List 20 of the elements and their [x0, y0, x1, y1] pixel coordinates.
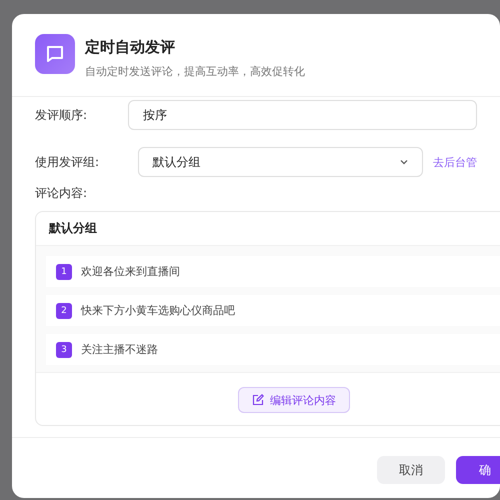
- field-label: 使用发评组:: [35, 154, 100, 170]
- cancel-button[interactable]: 取消: [377, 456, 445, 484]
- order-field[interactable]: 按序: [128, 100, 477, 130]
- comment-text: 关注主播不迷路: [81, 342, 158, 357]
- edit-comments-button[interactable]: 编辑评论内容: [238, 387, 350, 413]
- number-badge: 2: [56, 302, 72, 318]
- group-select[interactable]: 默认分组: [138, 147, 423, 177]
- dialog-subtitle: 自动定时发送评论，提高互动率，高效促转化: [85, 64, 305, 79]
- confirm-button[interactable]: 确: [456, 456, 500, 484]
- dialog-title: 定时自动发评: [85, 38, 176, 57]
- edit-icon: [252, 394, 264, 406]
- number-badge: 3: [56, 342, 72, 358]
- manage-link[interactable]: 去后台管: [433, 154, 477, 170]
- chat-icon: [35, 34, 75, 74]
- comment-text: 欢迎各位来到直播间: [81, 264, 180, 279]
- chevron-down-icon: [400, 159, 408, 165]
- field-label: 发评顺序:: [35, 106, 88, 124]
- number-badge: 1: [56, 264, 72, 280]
- field-label: 评论内容:: [35, 184, 88, 202]
- comment-text: 快来下方小黄车选购心仪商品吧: [81, 303, 235, 318]
